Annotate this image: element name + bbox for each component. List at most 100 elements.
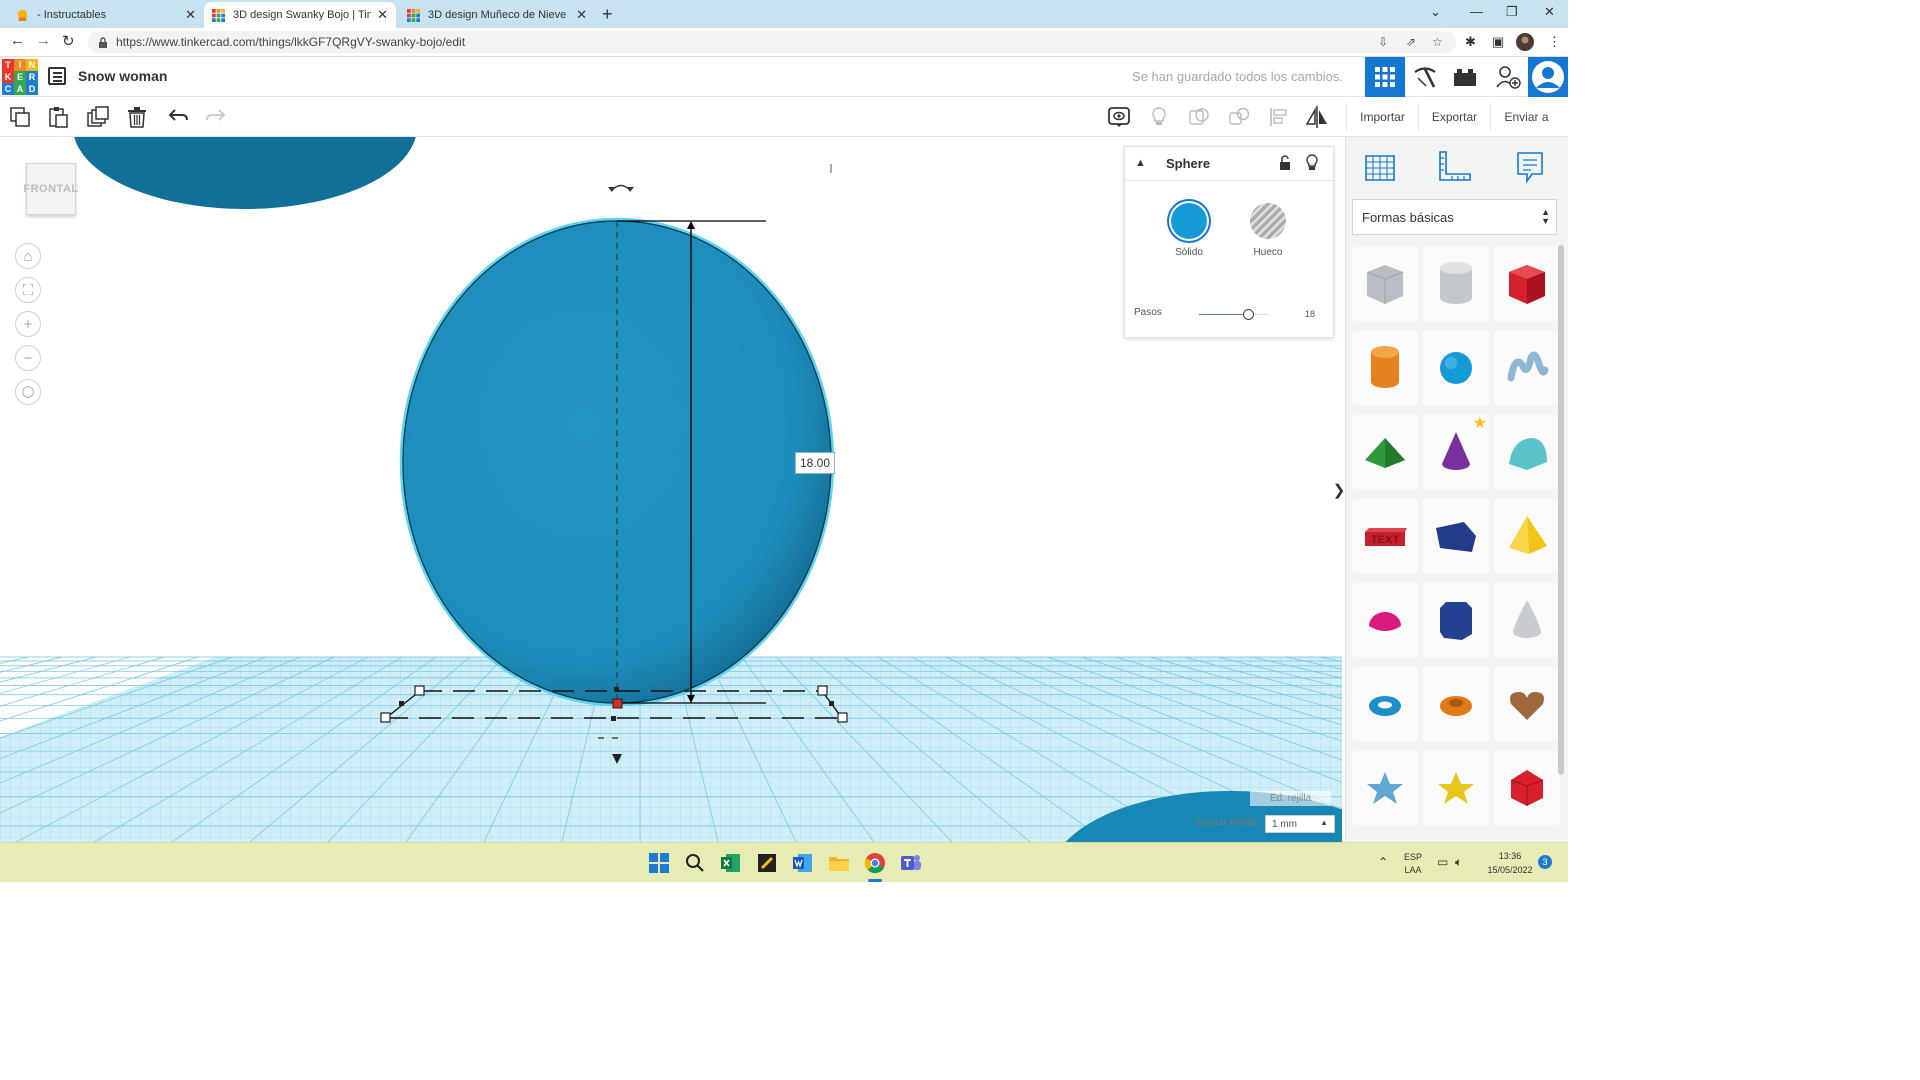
shape-roof[interactable] (1352, 415, 1418, 489)
shape-star-gold[interactable] (1423, 751, 1489, 825)
paste-button[interactable] (46, 105, 70, 129)
edge-handle[interactable] (829, 701, 834, 706)
word-app[interactable] (792, 852, 814, 874)
zoom-out-button[interactable]: − (15, 345, 41, 371)
group-button[interactable] (1187, 105, 1211, 129)
shape-torus[interactable] (1352, 667, 1418, 741)
snap-grid-select[interactable]: 1 mm ▲ (1265, 815, 1335, 833)
lightbulb-icon[interactable] (1305, 154, 1319, 172)
edit-grid-button[interactable]: Ed. rejilla (1250, 791, 1332, 806)
search-button[interactable] (684, 852, 706, 874)
edge-handle[interactable] (399, 701, 404, 706)
lock-icon[interactable] (1278, 155, 1292, 171)
browser-menu-icon[interactable]: ⋮ (1548, 34, 1561, 50)
bricks-mode-button[interactable] (1445, 57, 1485, 97)
shape-sphere[interactable] (1423, 331, 1489, 405)
shape-box-hole[interactable] (1352, 247, 1418, 321)
mirror-button[interactable] (1305, 105, 1329, 129)
edge-handle[interactable] (614, 687, 619, 692)
steps-slider-knob[interactable] (1243, 309, 1254, 320)
redo-button[interactable] (204, 105, 228, 129)
shape-scribble[interactable] (1494, 331, 1560, 405)
volume-icon[interactable]: 🔈︎ (1455, 855, 1462, 870)
shape-half-sphere[interactable] (1352, 583, 1418, 657)
shape-pyramid[interactable] (1494, 499, 1560, 573)
shape-star[interactable] (1352, 751, 1418, 825)
notes-button[interactable] (1107, 105, 1131, 129)
close-tab-icon[interactable]: ✕ (377, 7, 388, 23)
center-handle[interactable] (612, 698, 623, 709)
workplane-tool-button[interactable] (1360, 147, 1400, 187)
view-cube[interactable]: FRONTAL (23, 163, 78, 215)
shape-category-select[interactable]: Formas básicas ▲ ▼ (1352, 199, 1557, 235)
design-menu-icon[interactable] (48, 67, 66, 85)
close-window-icon[interactable]: ✕ (1544, 4, 1555, 20)
new-tab-button[interactable]: + (602, 4, 613, 25)
tab-swanky-bojo[interactable]: 3D design Swanky Bojo | Tinkercad ✕ (204, 2, 396, 28)
ruler-tool-button[interactable] (1434, 147, 1474, 187)
show-all-button[interactable] (1147, 105, 1171, 129)
3d-view-button[interactable] (1365, 57, 1405, 97)
language-indicator[interactable]: ESP LAA (1398, 852, 1428, 875)
shapes-scrollbar[interactable] (1558, 245, 1564, 775)
design-title[interactable]: Snow woman (78, 68, 167, 84)
delete-button[interactable] (125, 105, 149, 129)
profile-avatar[interactable] (1516, 33, 1534, 51)
zoom-in-button[interactable]: + (15, 311, 41, 337)
teams-app[interactable] (900, 852, 922, 874)
duplicate-button[interactable] (86, 105, 110, 129)
copy-button[interactable] (8, 105, 32, 129)
shape-tube[interactable] (1423, 667, 1489, 741)
shape-cone[interactable]: ★ (1423, 415, 1489, 489)
display-icon[interactable]: ▭ (1437, 855, 1448, 869)
perspective-button[interactable]: ⬡ (15, 379, 41, 405)
share-icon[interactable]: ⇗ (1406, 35, 1416, 49)
collapse-inspector-icon[interactable]: ▲ (1135, 157, 1146, 169)
align-button[interactable] (1267, 105, 1291, 129)
reload-icon[interactable]: ↻ (62, 32, 75, 50)
excel-app[interactable] (720, 852, 742, 874)
export-button[interactable]: Exportar (1418, 103, 1490, 131)
close-tab-icon[interactable]: ✕ (185, 7, 196, 23)
shape-wedge[interactable] (1423, 499, 1489, 573)
clock[interactable]: 13:36 15/05/2022 (1478, 851, 1542, 875)
side-panel-icon[interactable]: ▣ (1492, 34, 1504, 50)
shape-heart[interactable] (1494, 667, 1560, 741)
shape-box[interactable] (1494, 247, 1560, 321)
panel-expander[interactable]: ❯ (1333, 470, 1345, 510)
upper-sphere-shape[interactable] (73, 137, 417, 209)
shape-round-roof[interactable] (1494, 415, 1560, 489)
shape-cylinder-hole[interactable] (1423, 247, 1489, 321)
user-avatar[interactable] (1528, 57, 1568, 97)
sticky-app[interactable] (756, 852, 778, 874)
tab-muneco-de-nieve[interactable]: 3D design Muñeco de Nieve | Tinkercad ✕ (399, 2, 595, 28)
shape-icosahedron[interactable] (1494, 751, 1560, 825)
close-tab-icon[interactable]: ✕ (576, 7, 587, 23)
undo-button[interactable] (166, 105, 190, 129)
forward-arrow-icon[interactable]: → (36, 32, 51, 49)
maximize-window-icon[interactable]: ❐ (1506, 4, 1518, 20)
extensions-puzzle-icon[interactable]: ✱ (1465, 34, 1476, 50)
tinkercad-logo[interactable]: TINKERCAD (2, 59, 38, 95)
send-to-button[interactable]: Enviar a (1490, 103, 1562, 131)
start-button[interactable] (648, 852, 670, 874)
height-dimension-input[interactable]: 18.00 (795, 452, 835, 474)
fit-view-button[interactable]: ⛶ (15, 277, 41, 303)
minimize-window-icon[interactable]: — (1470, 4, 1483, 19)
url-field[interactable]: https://www.tinkercad.com/things/lkkGF7Q… (88, 31, 1456, 53)
tab-instructables[interactable]: - Instructables ✕ (8, 2, 204, 28)
steps-slider-track[interactable] (1199, 314, 1248, 315)
notes-tool-button[interactable] (1510, 147, 1550, 187)
ungroup-button[interactable] (1227, 105, 1251, 129)
install-app-icon[interactable]: ⇩ (1378, 35, 1388, 49)
show-hidden-icons-chevron-icon[interactable]: ⌃ (1378, 855, 1388, 869)
hole-swatch[interactable] (1250, 203, 1286, 239)
notification-badge[interactable]: 3 (1538, 855, 1552, 869)
shape-cylinder[interactable] (1352, 331, 1418, 405)
shape-polygon[interactable] (1423, 583, 1489, 657)
file-explorer-app[interactable] (828, 852, 850, 874)
blocks-mode-button[interactable] (1405, 57, 1445, 97)
tab-search-chevron-icon[interactable]: ⌄ (1430, 4, 1441, 20)
shape-text[interactable]: TEXT (1352, 499, 1418, 573)
import-button[interactable]: Importar (1346, 103, 1418, 131)
